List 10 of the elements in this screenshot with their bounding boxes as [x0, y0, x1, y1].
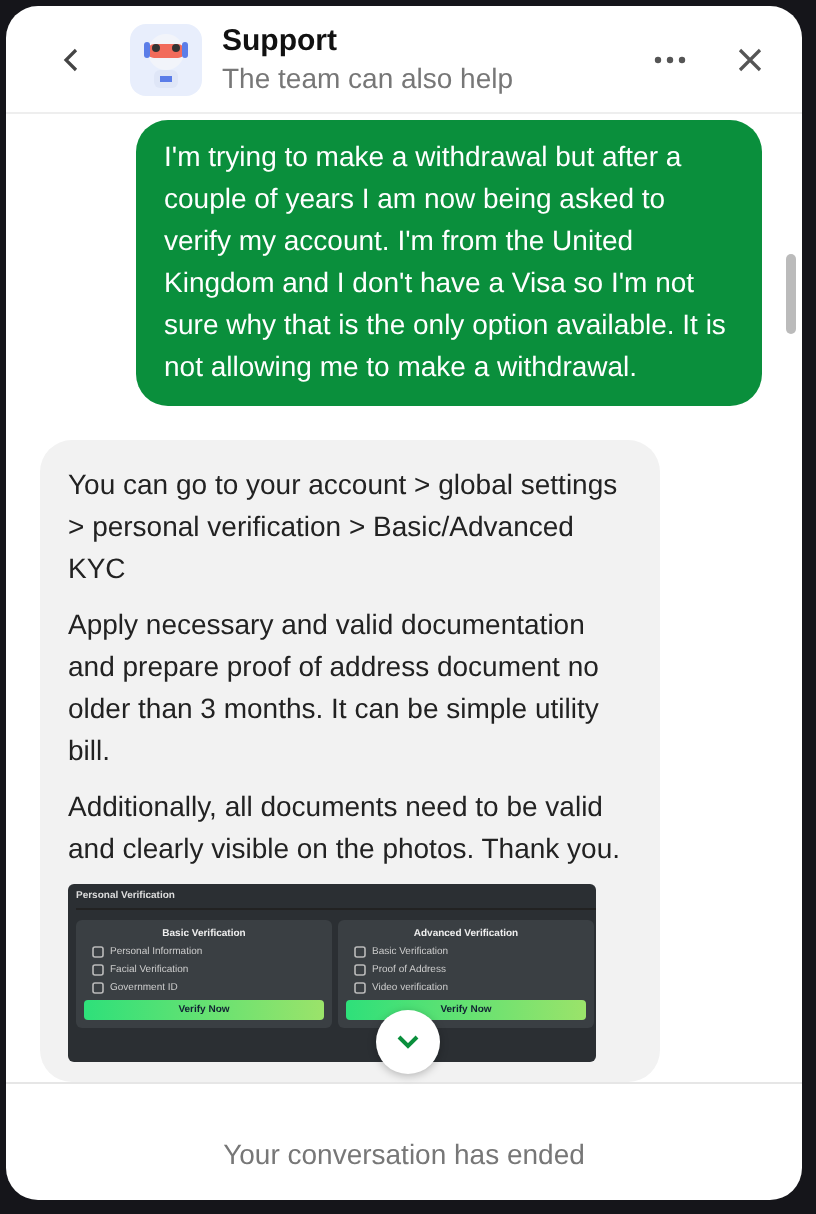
scrollbar[interactable]: [786, 254, 796, 334]
chat-subtitle: The team can also help: [222, 62, 516, 94]
robot-avatar-icon: [130, 23, 202, 95]
message-paragraph: Additionally, all documents need to be valid and clearly visible on the photos. Thank you.: [68, 788, 623, 868]
user-message: I'm trying to make a withdrawal but after a couple of years I am now being asked to verify my account. I'm from the United Kingdom and I don't have a Visa so I'm not sure why that is the only option available. It is not allowing me to make a withdrawal.: [136, 120, 762, 406]
message-paragraph: Apply necessary and valid documentation and prepare proof of address document no older than 3 months. It can be simple utility bill.: [68, 606, 601, 770]
chat-title: Support: [222, 24, 339, 58]
message-paragraph: You can go to your account > global settings > personal verification > Basic/Advanced KYC: [68, 466, 620, 588]
chevron-down-icon: [396, 1034, 420, 1050]
conversation-status: Your conversation has ended: [223, 1138, 585, 1170]
